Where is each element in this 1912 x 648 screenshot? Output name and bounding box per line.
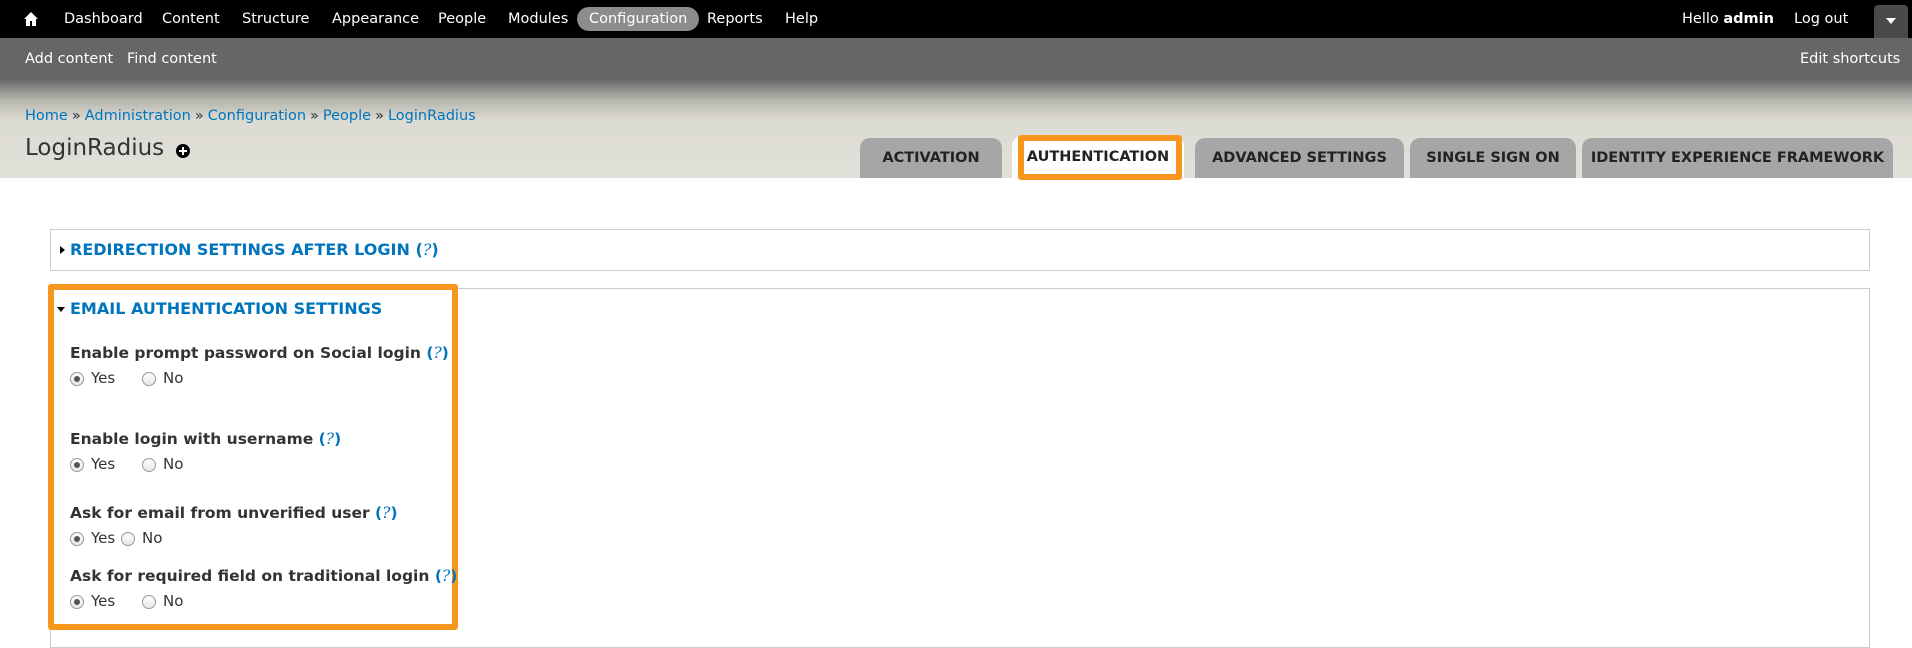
tab-highlight-box <box>1018 135 1182 180</box>
breadcrumb-loginradius[interactable]: LoginRadius <box>388 108 476 124</box>
radio-login-username-yes[interactable] <box>70 458 84 472</box>
page-title: LoginRadius <box>25 135 165 161</box>
field-label-text: Ask for email from unverified user <box>70 504 370 522</box>
breadcrumb-separator: » <box>194 108 204 124</box>
home-icon[interactable] <box>22 10 40 28</box>
greeting-prefix: Hello <box>1682 11 1719 27</box>
shortcut-add-content[interactable]: Add content <box>25 38 113 80</box>
radio-label-no[interactable]: No <box>142 529 162 547</box>
user-greeting: Hello admin <box>1682 0 1774 38</box>
toolbar-item-modules[interactable]: Modules <box>508 0 568 38</box>
help-link[interactable]: (?) <box>426 344 449 362</box>
expanded-triangle-icon[interactable] <box>57 307 65 312</box>
breadcrumb-separator: » <box>375 108 384 124</box>
radio-required-field-no[interactable] <box>142 595 156 609</box>
logout-link[interactable]: Log out <box>1794 0 1848 38</box>
breadcrumb-configuration[interactable]: Configuration <box>208 108 306 124</box>
radio-prompt-password-yes[interactable] <box>70 372 84 386</box>
radio-email-unverified-yes[interactable] <box>70 532 84 546</box>
help-link[interactable]: (?) <box>415 240 438 259</box>
add-shortcut-icon[interactable] <box>176 144 190 158</box>
field-label-text: Enable login with username <box>70 430 314 448</box>
toolbar-item-appearance[interactable]: Appearance <box>332 0 419 38</box>
tab-advanced-settings[interactable]: ADVANCED SETTINGS <box>1195 138 1404 178</box>
radio-label-yes[interactable]: Yes <box>91 529 115 547</box>
shortcuts-bar: Add content Find content Edit shortcuts <box>0 38 1912 80</box>
breadcrumb-separator: » <box>310 108 319 124</box>
edit-shortcuts-link[interactable]: Edit shortcuts <box>1800 38 1900 80</box>
radio-email-unverified-no[interactable] <box>121 532 135 546</box>
radio-login-username-no[interactable] <box>142 458 156 472</box>
radio-label-no[interactable]: No <box>163 455 183 473</box>
toolbar-toggle-icon[interactable] <box>1874 5 1908 38</box>
toolbar-item-people[interactable]: People <box>438 0 486 38</box>
breadcrumb: Home» Administration» Configuration» People… <box>25 108 476 124</box>
toolbar-item-structure[interactable]: Structure <box>242 0 309 38</box>
radio-label-no[interactable]: No <box>163 369 183 387</box>
toolbar-item-content[interactable]: Content <box>162 0 220 38</box>
help-link[interactable]: (?) <box>375 504 398 522</box>
toolbar-item-help[interactable]: Help <box>785 0 818 38</box>
field-label-prompt-password: Enable prompt password on Social login (… <box>70 344 449 362</box>
help-link[interactable]: (?) <box>319 430 342 448</box>
help-icon: ? <box>382 504 391 522</box>
tab-single-sign-on[interactable]: SINGLE SIGN ON <box>1410 138 1576 178</box>
field-label-login-username: Enable login with username (?) <box>70 430 341 448</box>
breadcrumb-administration[interactable]: Administration <box>85 108 191 124</box>
field-label-text: Ask for required field on traditional lo… <box>70 567 430 585</box>
radio-label-yes[interactable]: Yes <box>91 369 115 387</box>
field-label-required-field: Ask for required field on traditional lo… <box>70 567 457 585</box>
tab-identity-experience-framework[interactable]: IDENTITY EXPERIENCE FRAMEWORK <box>1582 138 1893 178</box>
admin-toolbar: Dashboard Content Structure Appearance P… <box>0 0 1912 38</box>
radio-label-no[interactable]: No <box>163 592 183 610</box>
shortcut-find-content[interactable]: Find content <box>127 38 217 80</box>
help-icon: ? <box>441 567 451 585</box>
radio-label-yes[interactable]: Yes <box>91 455 115 473</box>
help-icon: ? <box>325 430 335 448</box>
help-icon: ? <box>433 344 442 362</box>
collapsed-triangle-icon[interactable] <box>60 246 65 254</box>
tab-activation[interactable]: ACTIVATION <box>860 138 1002 178</box>
radio-required-field-yes[interactable] <box>70 595 84 609</box>
email-auth-legend[interactable]: EMAIL AUTHENTICATION SETTINGS <box>70 299 382 318</box>
toolbar-item-dashboard[interactable]: Dashboard <box>64 0 143 38</box>
field-label-email-unverified: Ask for email from unverified user (?) <box>70 504 398 522</box>
radio-label-yes[interactable]: Yes <box>91 592 115 610</box>
breadcrumb-separator: » <box>71 108 81 124</box>
breadcrumb-people[interactable]: People <box>323 108 371 124</box>
help-icon: ? <box>422 240 432 259</box>
field-label-text: Enable prompt password on Social login <box>70 344 421 362</box>
radio-prompt-password-no[interactable] <box>142 372 156 386</box>
help-link[interactable]: (?) <box>435 567 458 585</box>
redirection-settings-legend[interactable]: REDIRECTION SETTINGS AFTER LOGIN (?) <box>70 240 439 259</box>
toolbar-item-configuration[interactable]: Configuration <box>577 7 700 31</box>
toolbar-item-reports[interactable]: Reports <box>707 0 763 38</box>
username[interactable]: admin <box>1723 11 1774 27</box>
breadcrumb-home[interactable]: Home <box>25 108 68 124</box>
redirection-settings-title: REDIRECTION SETTINGS AFTER LOGIN <box>70 240 410 259</box>
